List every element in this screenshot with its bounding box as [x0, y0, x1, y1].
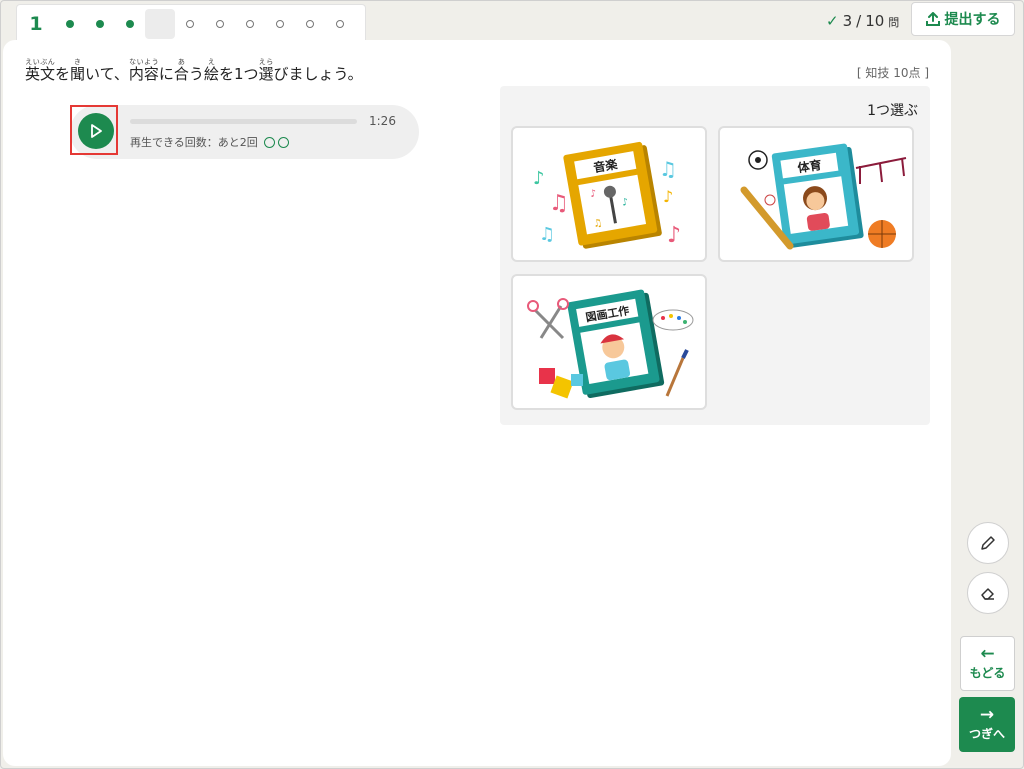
question-text-part: を	[55, 65, 71, 83]
next-label: つぎへ	[968, 727, 1005, 741]
unanswered-dot-icon	[276, 20, 284, 28]
choice-music[interactable]: 音楽 ♪ ♪ ♫ ♪ ♫ ♫ ♫ ♪ ♪	[511, 126, 707, 262]
unanswered-dot-icon	[336, 20, 344, 28]
back-label: もどる	[969, 666, 1006, 680]
question-dot-6[interactable]	[205, 9, 235, 39]
pencil-icon	[981, 536, 995, 550]
question-dot-7[interactable]	[235, 9, 265, 39]
question-dot-10[interactable]	[325, 9, 355, 39]
music-book-illustration: 音楽 ♪ ♪ ♫ ♪ ♫ ♫ ♫ ♪ ♪	[533, 141, 681, 249]
arrow-left-icon: ←	[980, 644, 995, 664]
audio-duration: 1:26	[369, 114, 396, 128]
question-dot-8[interactable]	[265, 9, 295, 39]
question-dot-5[interactable]	[175, 9, 205, 39]
upload-icon	[925, 12, 940, 26]
check-icon: ✓	[826, 12, 839, 30]
unanswered-dot-icon	[246, 20, 254, 28]
submit-button[interactable]: 提出する	[911, 2, 1015, 36]
unanswered-dot-icon	[216, 20, 224, 28]
answered-progress: ✓ 3 / 10 問	[826, 12, 899, 30]
ruby-word: 合あ	[173, 58, 189, 83]
audio-player: 1:26 再生できる回数：あと2回	[70, 105, 419, 159]
ruby-word: 絵え	[203, 58, 219, 83]
art-book-illustration: 図画工作	[527, 289, 694, 399]
ruby-word: 英文えいぶん	[25, 58, 56, 83]
svg-text:♫: ♫	[539, 224, 555, 245]
choose-one-label: 1つ選ぶ	[867, 103, 918, 119]
question-text-part: を1つ	[218, 65, 259, 83]
unanswered-dot-icon	[186, 20, 194, 28]
svg-text:♪: ♪	[667, 223, 681, 248]
question-nav: 1	[16, 4, 366, 43]
progress-separator: /	[856, 12, 862, 30]
answered-dot-icon	[96, 20, 104, 28]
question-text-part: びましょう。	[273, 65, 363, 83]
eraser-tool-button[interactable]	[967, 572, 1009, 614]
svg-text:♪: ♪	[533, 168, 545, 189]
choice-pe[interactable]: 体育	[718, 126, 914, 262]
eraser-icon	[981, 588, 994, 600]
question-dot-1[interactable]	[55, 9, 85, 39]
submit-label: 提出する	[944, 12, 1001, 28]
svg-text:♪: ♪	[663, 187, 673, 206]
audio-seek-bar[interactable]	[130, 119, 357, 124]
question-card: 英文えいぶんを聞きいて、内容ないように合あう絵えを1つ選えらびましょう。 [ 知…	[3, 40, 951, 766]
ruby-word: 聞き	[70, 58, 86, 83]
arrow-right-icon: →	[979, 705, 995, 725]
question-dot-2[interactable]	[85, 9, 115, 39]
total-count: 10	[865, 12, 885, 30]
answered-dot-icon	[126, 20, 134, 28]
question-dot-9[interactable]	[295, 9, 325, 39]
remaining-plays-text: 再生できる回数：あと2回	[130, 136, 258, 149]
question-text: 英文えいぶんを聞きいて、内容ないように合あう絵えを1つ選えらびましょう。	[25, 58, 363, 84]
remaining-plays: 再生できる回数：あと2回	[130, 134, 289, 150]
unanswered-dot-icon	[156, 20, 164, 28]
play-circle-icon	[277, 136, 289, 148]
svg-text:♫: ♫	[549, 191, 569, 216]
question-text-part: に	[158, 65, 174, 83]
choice-art[interactable]: 図画工作	[511, 274, 707, 410]
question-dots	[55, 9, 355, 43]
current-question-number: 1	[29, 13, 43, 35]
remaining-plays-indicator	[263, 136, 289, 148]
question-text-part: う	[188, 65, 204, 83]
play-button-highlight	[70, 105, 118, 155]
progress-unit: 問	[888, 16, 900, 29]
answer-choices: 1つ選ぶ 音楽 ♪ ♪ ♫ ♪ ♫ ♫ ♫ ♪ ♪ 体育 図画工作	[500, 86, 930, 425]
question-dot-4[interactable]	[145, 9, 175, 43]
play-button[interactable]	[78, 113, 114, 149]
svg-text:♫: ♫	[592, 218, 603, 230]
svg-text:♫: ♫	[659, 157, 677, 181]
pen-tool-button[interactable]	[967, 522, 1009, 564]
play-icon	[91, 124, 102, 138]
question-dot-3[interactable]	[115, 9, 145, 39]
ruby-word: 内容ないよう	[128, 58, 159, 83]
answered-dot-icon	[66, 20, 74, 28]
answered-count: 3	[842, 12, 853, 30]
pe-book-illustration: 体育	[740, 143, 907, 250]
back-button[interactable]: ← もどる	[960, 636, 1015, 691]
question-text-part: いて、	[85, 65, 129, 83]
unanswered-dot-icon	[306, 20, 314, 28]
points-label: [ 知技 10点 ]	[856, 66, 929, 80]
ruby-word: 選えら	[258, 58, 274, 83]
play-circle-icon	[263, 136, 275, 148]
next-button[interactable]: → つぎへ	[959, 697, 1015, 752]
